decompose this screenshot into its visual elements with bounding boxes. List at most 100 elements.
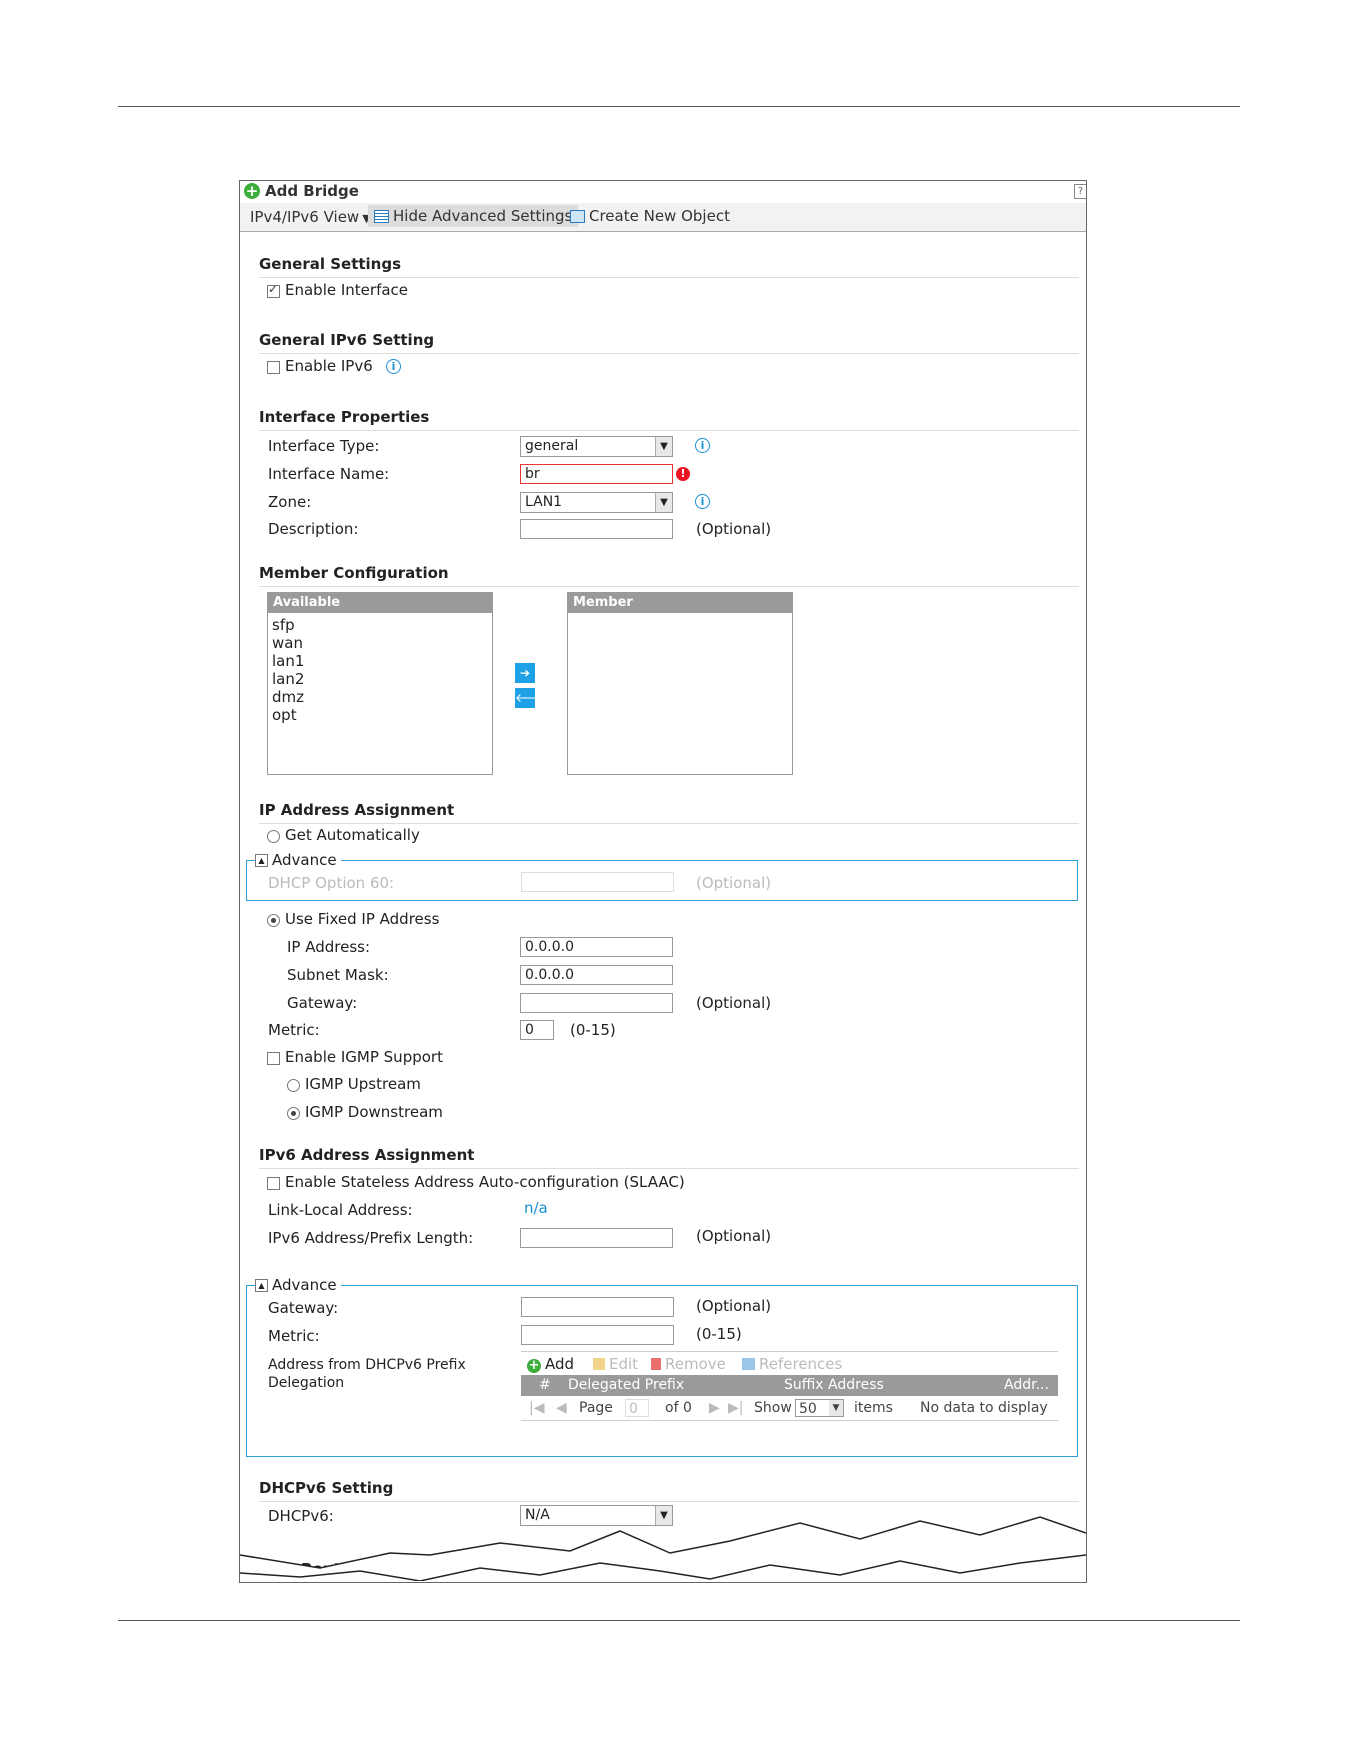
info-icon[interactable]: i (695, 438, 710, 453)
zone-select[interactable]: LAN1 ▼ (520, 492, 673, 513)
view-menu[interactable]: IPv4/IPv6 View ▼ (250, 208, 371, 226)
general-settings-heading: General Settings (259, 255, 1079, 278)
error-icon: ! (676, 467, 690, 481)
page-of-label: of 0 (665, 1400, 692, 1416)
no-data-label: No data to display (920, 1400, 1048, 1416)
page-size-select[interactable]: 50 ▼ (795, 1399, 844, 1417)
column-header-suffix[interactable]: Suffix Address (784, 1375, 884, 1396)
igmp-upstream-label: IGMP Upstream (305, 1075, 421, 1093)
info-icon[interactable]: i (386, 359, 401, 374)
chevron-down-icon: ▼ (655, 437, 672, 456)
list-item[interactable]: dmz (268, 688, 492, 706)
page-size-value: 50 (799, 1401, 817, 1417)
description-input[interactable] (520, 519, 673, 539)
chevron-down-icon: ▼ (829, 1400, 843, 1416)
member-list-header: Member (568, 593, 792, 613)
references-label: References (759, 1355, 843, 1373)
list-item[interactable]: wan (268, 634, 492, 652)
slaac-label: Enable Stateless Address Auto-configurat… (285, 1173, 685, 1191)
add-label: Add (545, 1355, 575, 1373)
table-remove-button[interactable]: Remove (651, 1355, 726, 1373)
add-icon: + (244, 182, 260, 200)
get-automatically-radio[interactable] (267, 830, 280, 843)
general-ipv6-heading: General IPv6 Setting (259, 331, 1079, 354)
dhcpv6-heading: DHCPv6 Setting (259, 1479, 1079, 1502)
move-left-arrow-icon[interactable]: 🡐 (515, 688, 547, 708)
igmp-downstream-radio[interactable] (287, 1107, 300, 1120)
page-input[interactable]: 0 (625, 1399, 649, 1417)
available-list[interactable]: Available sfp wan lan1 lan2 dmz opt (267, 592, 493, 775)
enable-ipv6-label: Enable IPv6 (285, 357, 373, 375)
create-object-button[interactable]: Create New Object (570, 205, 730, 227)
delegation-label-line1: Address from DHCPv6 Prefix (268, 1357, 466, 1373)
enable-igmp-checkbox[interactable] (267, 1052, 280, 1065)
ipv6-gateway-optional: (Optional) (696, 1297, 772, 1315)
ipv6-prefix-input[interactable] (520, 1228, 673, 1248)
hide-advanced-button[interactable]: Hide Advanced Settings (368, 205, 579, 227)
info-icon[interactable]: i (695, 494, 710, 509)
interface-properties-heading: Interface Properties (259, 408, 1079, 431)
gateway-input[interactable] (520, 993, 673, 1013)
igmp-upstream-radio[interactable] (287, 1079, 300, 1092)
enable-interface-checkbox[interactable] (267, 282, 280, 298)
move-right-arrow-icon[interactable]: ➔ (515, 663, 535, 683)
ip-address-input[interactable]: 0.0.0.0 (520, 937, 673, 957)
create-object-icon (570, 210, 585, 223)
list-item[interactable]: lan2 (268, 670, 492, 688)
metric-range: (0-15) (570, 1021, 616, 1039)
trash-icon (651, 1358, 661, 1370)
metric-label: Metric: (268, 1021, 320, 1039)
member-configuration-heading: Member Configuration (259, 564, 1079, 587)
delegation-label-line2: Delegation (268, 1375, 345, 1391)
create-object-label: Create New Object (589, 207, 730, 225)
first-page-icon[interactable]: |◀ (529, 1397, 544, 1420)
remove-label: Remove (665, 1355, 726, 1373)
column-header-addr[interactable]: Addr... (1004, 1375, 1049, 1396)
references-icon (742, 1358, 755, 1370)
ipv4-advance-toggle[interactable]: ▲ Advance (255, 851, 341, 869)
column-header-num: # (539, 1377, 551, 1393)
use-fixed-ip-radio[interactable] (267, 914, 280, 927)
enable-ipv6-checkbox[interactable] (267, 361, 280, 374)
question-icon[interactable]: ? (1074, 184, 1086, 199)
use-fixed-ip-label: Use Fixed IP Address (285, 910, 440, 928)
dialog-title-bar: + Add Bridge ? (240, 181, 1086, 203)
table-references-button[interactable]: References (742, 1355, 842, 1373)
last-page-icon[interactable]: ▶| (728, 1397, 743, 1420)
ip-assignment-heading: IP Address Assignment (259, 801, 1079, 824)
hide-advanced-label: Hide Advanced Settings (393, 207, 573, 225)
column-header-prefix[interactable]: Delegated Prefix (568, 1375, 684, 1396)
edit-icon (593, 1358, 605, 1370)
page-label: Page (579, 1400, 613, 1416)
prev-page-icon[interactable]: ◀ (556, 1397, 567, 1420)
interface-type-label: Interface Type: (268, 437, 380, 455)
ipv6-gateway-input[interactable] (521, 1297, 674, 1317)
table-add-button[interactable]: + Add (527, 1355, 574, 1373)
list-item[interactable]: lan1 (268, 652, 492, 670)
member-list[interactable]: Member (567, 592, 793, 775)
advance-label: Advance (272, 851, 337, 869)
page-top-rule (118, 106, 1240, 107)
list-item[interactable]: sfp (268, 616, 492, 634)
igmp-downstream-label: IGMP Downstream (305, 1103, 443, 1121)
add-icon: + (527, 1358, 541, 1373)
dhcp-option-60-optional: (Optional) (696, 874, 772, 892)
ipv6-prefix-label: IPv6 Address/Prefix Length: (268, 1229, 474, 1247)
delegation-table-pager: |◀ ◀ Page 0 of 0 ▶ ▶| Show 50 ▼ items No … (521, 1397, 1058, 1421)
interface-type-select[interactable]: general ▼ (520, 436, 673, 457)
slaac-checkbox[interactable] (267, 1177, 280, 1190)
ipv6-metric-input[interactable] (521, 1325, 674, 1345)
next-page-icon[interactable]: ▶ (709, 1397, 720, 1420)
ipv6-prefix-optional: (Optional) (696, 1227, 772, 1245)
metric-input[interactable]: 0 (520, 1020, 554, 1040)
interface-name-input[interactable]: br (520, 464, 673, 484)
list-item[interactable]: opt (268, 706, 492, 724)
collapse-icon: ▲ (255, 854, 268, 867)
interface-name-label: Interface Name: (268, 465, 390, 483)
settings-list-icon (374, 210, 389, 223)
subnet-mask-input[interactable]: 0.0.0.0 (520, 965, 673, 985)
view-menu-label: IPv4/IPv6 View (250, 208, 360, 226)
table-edit-button[interactable]: Edit (593, 1355, 638, 1373)
ipv6-advance-toggle[interactable]: ▲ Advance (255, 1276, 341, 1294)
page-bottom-rule (118, 1620, 1240, 1621)
